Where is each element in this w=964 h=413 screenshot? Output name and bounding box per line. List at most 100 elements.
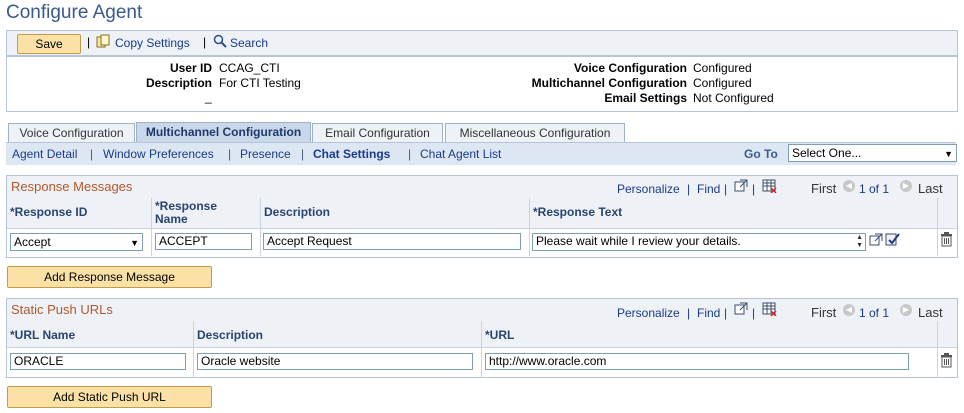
col-url-name: *URL Name	[10, 328, 76, 342]
subnav-separator: |	[408, 147, 412, 161]
expand-text-icon[interactable]	[869, 233, 883, 249]
search-icon[interactable]	[213, 34, 227, 48]
row-divider	[7, 228, 957, 229]
col-divider	[481, 321, 482, 377]
subnav-presence[interactable]: Presence	[240, 147, 291, 161]
copy-settings-link[interactable]: Copy Settings	[115, 36, 190, 50]
col-divider	[937, 198, 938, 256]
col-description: Description	[264, 205, 331, 219]
multichannel-config-value: Configured	[693, 76, 752, 90]
col-response-id: *Response ID	[10, 205, 88, 219]
col-response-name: *Response Name	[155, 200, 235, 226]
description-label: Description	[145, 76, 212, 90]
goto-select[interactable]: Select One... ▼	[788, 144, 957, 162]
email-settings-label: Email Settings	[604, 91, 687, 105]
find-link[interactable]: Find	[697, 306, 720, 320]
subnav-separator: |	[228, 147, 232, 161]
user-id-label: User ID	[169, 61, 212, 75]
grid-tools-separator-2: |	[724, 182, 728, 196]
spell-check-icon[interactable]	[885, 232, 901, 250]
column-header-row	[7, 198, 957, 228]
response-id-select[interactable]: Accept ▼	[10, 233, 143, 251]
grid-tools-separator: |	[687, 182, 691, 196]
toolbar-separator: |	[87, 35, 91, 49]
add-static-push-url-button[interactable]: Add Static Push URL	[7, 386, 212, 408]
toolbar-separator-2: |	[203, 35, 207, 49]
first-label: First	[811, 305, 837, 320]
personalize-link[interactable]: Personalize	[617, 182, 680, 196]
agent-info-panel: User ID CCAG_CTI Description For CTI Tes…	[6, 56, 958, 112]
grid-tools-separator-2: |	[724, 306, 728, 320]
previous-arrow-icon[interactable]: ◀	[843, 304, 855, 316]
save-button[interactable]: Save	[17, 34, 81, 54]
static-push-urls-grid: Static Push URLs Personalize | Find | | …	[6, 298, 958, 378]
url-description-input[interactable]: Oracle website	[197, 353, 473, 370]
tab-voice-configuration[interactable]: Voice Configuration	[8, 123, 135, 142]
col-response-text: *Response Text	[533, 205, 623, 219]
subnav-separator: |	[301, 147, 305, 161]
add-response-message-button[interactable]: Add Response Message	[7, 266, 212, 288]
voice-config-value: Configured	[693, 61, 752, 75]
response-messages-title: Response Messages	[11, 179, 133, 194]
view-all-icon[interactable]	[734, 179, 748, 195]
copy-settings-icon[interactable]	[96, 34, 110, 48]
delete-row-icon[interactable]	[940, 353, 953, 371]
next-arrow-icon[interactable]: ▶	[900, 180, 912, 192]
last-label: Last	[918, 181, 943, 196]
response-id-value: Accept	[14, 235, 51, 249]
row-range: 1 of 1	[859, 182, 890, 196]
toolbar: Save | Copy Settings | Search	[6, 30, 958, 56]
next-arrow-icon[interactable]: ▶	[900, 304, 912, 316]
response-messages-grid: Response Messages Personalize | Find | |…	[6, 175, 958, 258]
search-link[interactable]: Search	[230, 36, 268, 50]
subnav-window-preferences[interactable]: Window Preferences	[103, 147, 214, 161]
col-divider	[193, 321, 194, 377]
subnav-chat-settings[interactable]: Chat Settings	[313, 147, 390, 161]
first-label: First	[811, 181, 837, 196]
row-divider	[7, 347, 957, 348]
col-divider	[529, 198, 530, 256]
col-url: *URL	[485, 328, 515, 342]
goto-label: Go To	[744, 147, 778, 161]
delete-row-icon[interactable]	[940, 232, 953, 250]
subnav-agent-detail[interactable]: Agent Detail	[12, 147, 77, 161]
previous-arrow-icon[interactable]: ◀	[843, 180, 855, 192]
grid-tools-separator-3: |	[752, 182, 756, 196]
email-settings-value: Not Configured	[693, 91, 774, 105]
description-input[interactable]: Accept Request	[263, 233, 521, 250]
col-divider	[260, 198, 261, 256]
textarea-scroll-icon[interactable]: ▲ ▼	[856, 234, 863, 250]
underscore-text: _	[205, 90, 212, 104]
download-grid-icon[interactable]	[762, 302, 777, 319]
chevron-down-icon: ▼	[944, 149, 953, 159]
last-label: Last	[918, 305, 943, 320]
row-range: 1 of 1	[859, 306, 890, 320]
tab-email-configuration[interactable]: Email Configuration	[312, 123, 443, 142]
description-value: For CTI Testing	[219, 76, 301, 90]
url-name-input[interactable]: ORACLE	[10, 353, 186, 370]
subnav-chat-agent-list[interactable]: Chat Agent List	[420, 147, 501, 161]
column-header-row	[7, 321, 957, 347]
col-description: Description	[197, 328, 264, 342]
col-divider	[151, 198, 152, 256]
subnav-separator: |	[90, 147, 94, 161]
response-text-value: Please wait while I review your details.	[536, 234, 741, 248]
tab-multichannel-configuration[interactable]: Multichannel Configuration	[136, 122, 311, 143]
tab-miscellaneous-configuration[interactable]: Miscellaneous Configuration	[445, 123, 625, 142]
find-link[interactable]: Find	[697, 182, 720, 196]
user-id-value: CCAG_CTI	[219, 61, 280, 75]
multichannel-config-label: Multichannel Configuration	[531, 76, 687, 90]
grid-tools-separator-3: |	[752, 306, 756, 320]
grid-tools-separator: |	[687, 306, 691, 320]
personalize-link[interactable]: Personalize	[617, 306, 680, 320]
url-input[interactable]: http://www.oracle.com	[485, 353, 909, 370]
static-push-urls-title: Static Push URLs	[11, 302, 113, 317]
col-divider	[937, 321, 938, 377]
view-all-icon[interactable]	[734, 302, 748, 318]
voice-config-label: Voice Configuration	[573, 61, 687, 75]
page-title: Configure Agent	[6, 2, 143, 23]
response-name-input[interactable]: ACCEPT	[155, 233, 252, 250]
response-text-input[interactable]: Please wait while I review your details.…	[532, 233, 866, 251]
download-grid-icon[interactable]	[762, 179, 777, 196]
goto-select-value: Select One...	[792, 146, 862, 160]
